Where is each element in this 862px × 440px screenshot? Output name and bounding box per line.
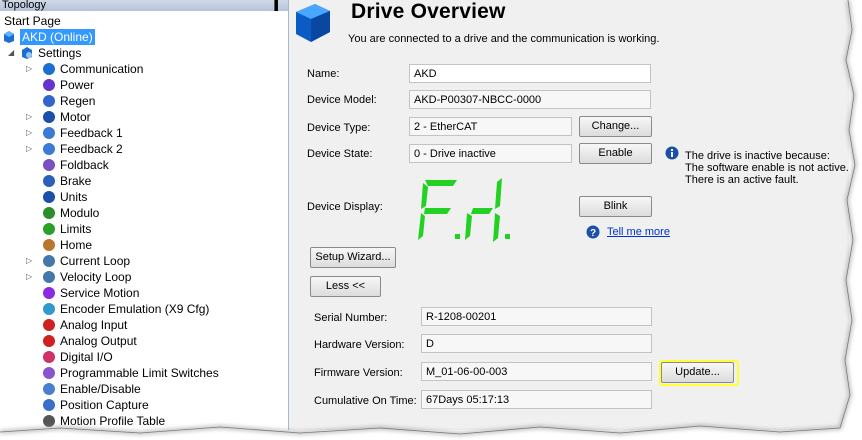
torn-edge-overlay	[0, 0, 862, 440]
